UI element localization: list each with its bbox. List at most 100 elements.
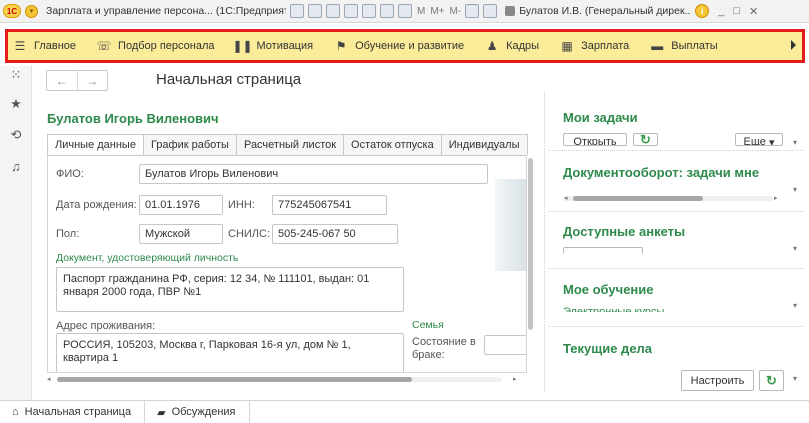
my-tasks-title[interactable]: Мои задачи (563, 110, 638, 125)
employee-name-link[interactable]: Булатов Игорь Виленович (47, 111, 219, 126)
zoom-icon[interactable] (465, 4, 480, 18)
refresh-icon: ↻ (766, 372, 777, 388)
section-motivation[interactable]: ❚❚ Мотивация (232, 40, 314, 52)
section-label: Зарплата (581, 40, 630, 52)
inn-label: ИНН: (228, 199, 255, 211)
docflow-tasks-title[interactable]: Документооборот: задачи мне (563, 165, 759, 180)
available-surveys-title[interactable]: Доступные анкеты (563, 224, 685, 239)
window-tab-home[interactable]: ⌂ Начальная страница (0, 401, 146, 423)
preview-icon[interactable] (326, 4, 340, 18)
horizontal-scroll-thumb[interactable] (57, 377, 412, 382)
save-icon[interactable] (344, 4, 358, 18)
window-tab-label: Начальная страница (24, 406, 132, 418)
current-expand-icon[interactable]: ▾ (793, 374, 797, 383)
memory-plus-button[interactable]: M+ (430, 6, 444, 17)
docflow-scroll-thumb[interactable] (573, 196, 703, 201)
section-label: Подбор персонала (118, 40, 215, 52)
main-menu-button[interactable]: ▾ (25, 4, 38, 18)
memory-minus-button[interactable]: M- (450, 6, 462, 17)
fio-field[interactable]: Булатов Игорь Виленович (139, 164, 488, 184)
current-affairs-title[interactable]: Текущие дела (563, 341, 652, 356)
inn-field[interactable]: 775245067541 (272, 195, 387, 215)
more-button-label: Еще (743, 136, 766, 146)
section-salary[interactable]: ▦ Зарплата (560, 40, 629, 52)
surveys-expand-icon[interactable]: ▾ (793, 244, 797, 253)
maximize-button[interactable]: □ (733, 5, 740, 17)
sections-more-icon[interactable] (791, 40, 796, 50)
notifications-bell-icon[interactable]: ♫ (9, 159, 23, 174)
education-icon: ⚑ (335, 39, 347, 53)
close-button[interactable]: ✕ (749, 5, 758, 18)
history-icon[interactable]: ⟲ (9, 127, 23, 142)
address-field[interactable]: РОССИЯ, 105203, Москва г, Парковая 16-я … (56, 333, 404, 372)
section-label: Обучение и развитие (355, 40, 465, 52)
forward-button[interactable]: → (76, 71, 108, 90)
surveys-button[interactable] (563, 247, 643, 254)
section-education[interactable]: ⚑ Обучение и развитие (334, 40, 464, 52)
panel-separator (548, 211, 803, 212)
identity-document-field[interactable]: Паспорт гражданина РФ, серия: 12 34, № 1… (56, 267, 404, 312)
window-tab-label: Обсуждения (171, 406, 236, 418)
refresh-icon: ↻ (640, 133, 651, 146)
scroll-left-icon[interactable]: ◂ (47, 375, 51, 383)
minimize-button[interactable]: _ (718, 5, 724, 17)
e-courses-link[interactable]: Электронные курсы (563, 305, 664, 312)
info-icon[interactable]: i (695, 4, 710, 18)
section-main[interactable]: ☰ Главное (13, 40, 76, 52)
page-title: Начальная страница (156, 71, 302, 88)
marital-status-label: Состояние в браке: (412, 336, 476, 361)
form-vertical-scrollbar[interactable] (527, 155, 534, 373)
tab-individual[interactable]: Индивидуалы (441, 134, 528, 156)
open-button[interactable]: Открыть (563, 133, 627, 146)
back-button[interactable]: ← (47, 71, 77, 90)
section-label: Главное (34, 40, 77, 52)
snils-field[interactable]: 505-245-067 50 (272, 224, 398, 244)
favorites-star-icon[interactable]: ★ (9, 96, 23, 111)
training-expand-icon[interactable]: ▾ (793, 301, 797, 310)
vertical-scroll-thumb[interactable] (528, 158, 533, 330)
calendar-icon[interactable] (398, 4, 412, 18)
toolbar-icon[interactable] (290, 4, 304, 18)
section-label: Мотивация (256, 40, 314, 52)
memory-button[interactable]: M (417, 6, 425, 17)
docflow-scroll-right-icon[interactable]: ▸ (774, 194, 778, 202)
calculator-icon: ▦ (561, 39, 573, 53)
table-icon[interactable] (380, 4, 394, 18)
section-recruiting[interactable]: ☏ Подбор персонала (97, 40, 215, 52)
tab-payslip[interactable]: Расчетный листок (236, 134, 345, 156)
my-training-title[interactable]: Мое обучение (563, 282, 654, 297)
family-section: Семья (412, 319, 444, 331)
gender-field[interactable]: Мужской (139, 224, 223, 244)
configure-button[interactable]: Настроить (681, 370, 754, 391)
current-refresh-button[interactable]: ↻ (759, 370, 784, 391)
windows-icon[interactable] (483, 4, 498, 18)
copy-icon[interactable] (362, 4, 376, 18)
section-personnel[interactable]: ♟ Кадры (485, 40, 539, 52)
refresh-button[interactable]: ↻ (633, 133, 658, 146)
birth-date-label: Дата рождения: (56, 199, 137, 211)
identity-document-section: Документ, удостоверяющий личность (56, 252, 239, 264)
window-tab-discussions[interactable]: ▰ Обсуждения (145, 401, 250, 423)
scroll-right-icon[interactable]: ▸ (513, 375, 517, 383)
apps-grid-icon[interactable]: ⁙ (9, 67, 23, 82)
section-payments[interactable]: ▬ Выплаты (650, 40, 717, 52)
docflow-scroll-left-icon[interactable]: ◂ (564, 194, 568, 202)
gender-label: Пол: (56, 228, 80, 240)
docflow-expand-icon[interactable]: ▾ (793, 185, 797, 194)
print-icon[interactable] (308, 4, 322, 18)
tab-vacation-balance[interactable]: Остаток отпуска (344, 134, 442, 156)
collapse-icon[interactable]: ▾ (793, 138, 797, 147)
app-logo-icon: 1С (3, 4, 21, 18)
tab-personal-data[interactable]: Личные данные (47, 134, 144, 156)
user-button[interactable]: Булатов И.В. (Генеральный дирек... (505, 5, 691, 17)
address-label: Адрес проживания: (56, 320, 156, 332)
open-windows-bar: ⌂ Начальная страница ▰ Обсуждения (0, 400, 809, 423)
people-icon: ♟ (486, 39, 498, 53)
marital-status-field[interactable] (484, 335, 526, 355)
home-icon: ⌂ (12, 406, 19, 418)
birth-date-field[interactable]: 01.01.1976 (139, 195, 223, 215)
tab-work-schedule[interactable]: График работы (143, 134, 237, 156)
form-horizontal-scrollbar[interactable]: ◂ ▸ (47, 374, 521, 383)
more-button[interactable]: Еще ▾ (735, 133, 783, 146)
employee-tabs: Личные данные График работы Расчетный ли… (47, 134, 528, 156)
